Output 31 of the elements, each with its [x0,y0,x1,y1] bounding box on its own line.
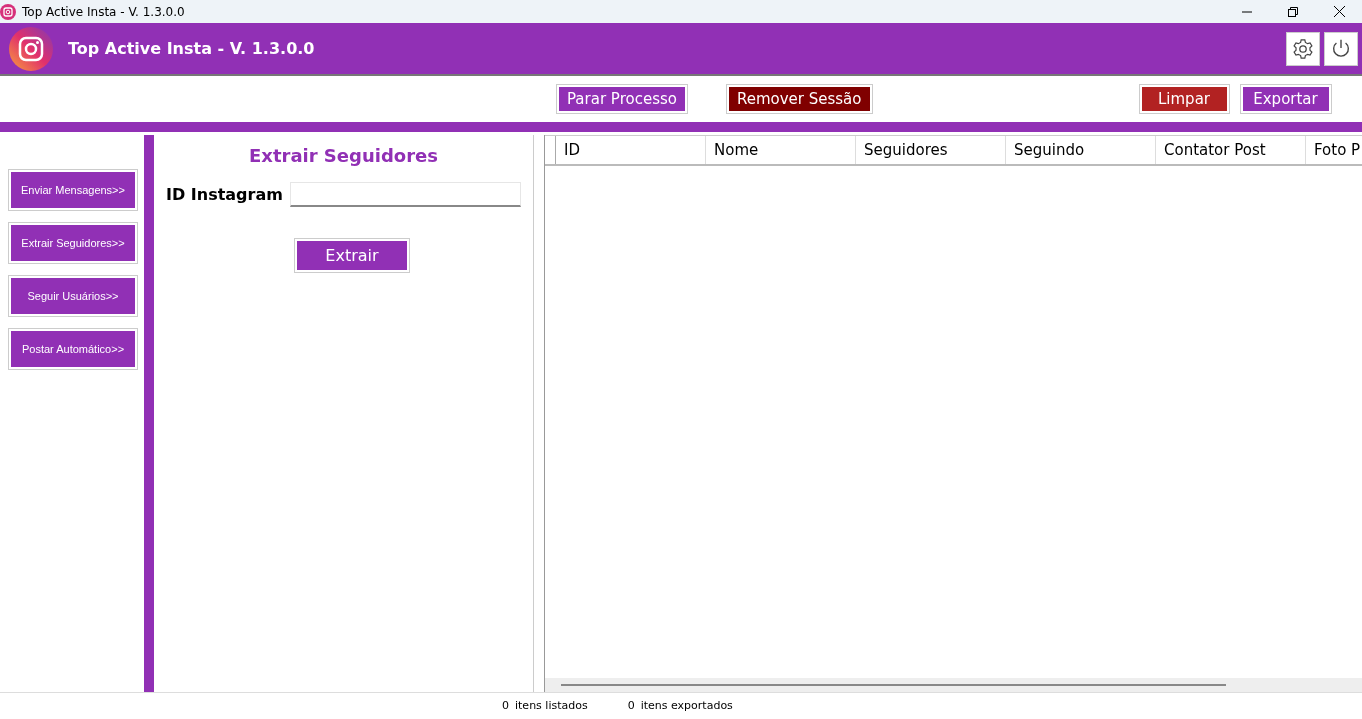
camera-logo-icon [9,26,53,71]
settings-icon [1292,37,1314,60]
field-label: ID Instagram [166,185,284,204]
toolbar-button[interactable]: Parar Processo [557,85,687,113]
toolbar-button[interactable]: Exportar [1240,85,1331,113]
sidebar-button[interactable]: Extrair Seguidores>> [9,223,137,263]
sidebar-button[interactable]: Postar Automático>> [9,329,137,369]
column-header[interactable]: Contator Post [1156,136,1306,164]
column-header[interactable]: ID [556,136,706,164]
status-label: itens listados [515,699,588,712]
toolbar-button[interactable]: Remover Sessão [726,85,872,113]
horizontal-scrollbar[interactable] [545,678,1362,692]
power-button[interactable] [1324,31,1358,66]
input-field[interactable] [290,182,521,207]
column-header[interactable]: Nome [706,136,856,164]
form-title: Extrair Seguidores [248,145,439,166]
item-count: 0 [627,699,635,712]
window-title: Top Active Insta - V. 1.3.0.0 [22,4,186,19]
power-icon [1330,37,1352,60]
extract-button[interactable]: Extrair [295,239,409,272]
sidebar-button[interactable]: Seguir Usuários>> [9,276,137,316]
column-header[interactable]: Foto P [1306,136,1362,164]
settings-button[interactable] [1286,31,1320,66]
sidebar-button[interactable]: Enviar Mensagens>> [9,170,137,210]
app-title: Top Active Insta - V. 1.3.0.0 [68,39,316,58]
toolbar-button[interactable]: Limpar [1139,85,1229,113]
column-header[interactable]: Seguindo [1006,136,1156,164]
camera-app-icon [0,3,16,20]
item-count: 0 [502,699,509,712]
status-label: itens exportados [640,699,733,712]
column-header[interactable]: Seguidores [856,136,1006,164]
